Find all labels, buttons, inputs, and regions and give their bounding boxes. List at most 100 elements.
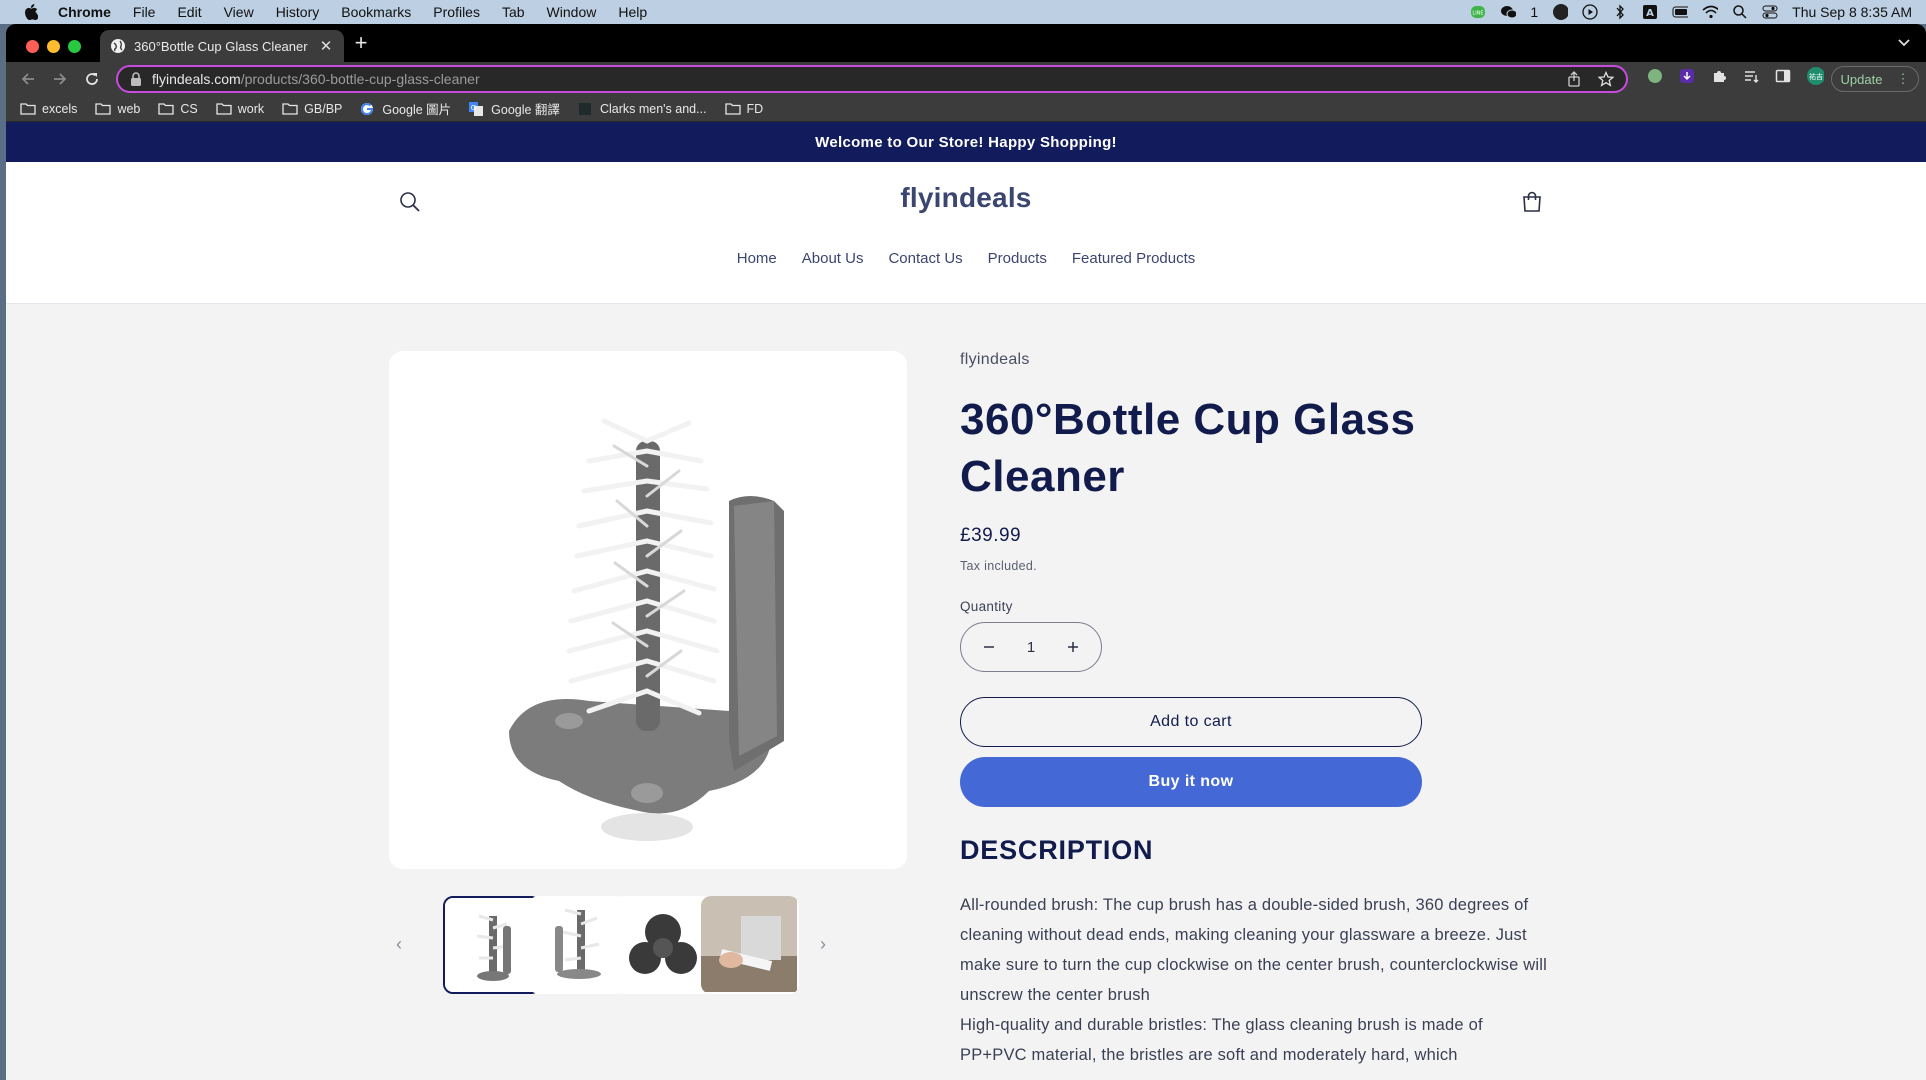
announcement-bar: Welcome to Our Store! Happy Shopping! [6, 122, 1926, 162]
nav-products[interactable]: Products [988, 250, 1047, 267]
menu-history[interactable]: History [276, 4, 320, 20]
thumbnail-2[interactable] [529, 896, 627, 994]
thumbnail-4[interactable] [701, 896, 799, 994]
folder-icon [282, 102, 298, 116]
bluetooth-icon[interactable] [1612, 4, 1628, 20]
extension-green-circle-icon[interactable] [1646, 67, 1664, 85]
update-label: Update [1840, 71, 1883, 87]
bookmark-excels[interactable]: excels [20, 102, 77, 116]
control-center-icon[interactable] [1762, 4, 1778, 20]
description-heading: DESCRIPTION [960, 835, 1154, 865]
bookmark-cs[interactable]: CS [158, 101, 198, 116]
bookmark-label: GB/BP [304, 101, 343, 116]
decrease-quantity-button[interactable] [979, 637, 999, 657]
profile-status-icon[interactable] [1552, 4, 1569, 20]
folder-icon [724, 102, 741, 116]
menu-edit[interactable]: Edit [177, 4, 201, 20]
datetime[interactable]: Thu Sep 8 8:35 AM [1792, 4, 1912, 20]
thumbnail-1[interactable] [443, 896, 541, 994]
spotlight-search-icon[interactable] [1732, 4, 1748, 20]
nav-featured-products[interactable]: Featured Products [1072, 250, 1195, 267]
address-bar[interactable]: flyindeals.com/products/360-bottle-cup-g… [116, 65, 1628, 93]
thumbnail-next-arrow-icon[interactable]: › [815, 934, 831, 954]
google-icon [360, 102, 376, 116]
lock-icon[interactable] [130, 72, 142, 86]
menu-tab[interactable]: Tab [502, 4, 525, 20]
store-logo[interactable]: flyindeals [6, 182, 1926, 214]
thumbnail-3[interactable] [615, 896, 713, 994]
back-arrow-icon[interactable] [18, 69, 38, 89]
reload-icon[interactable] [82, 69, 102, 89]
folder-icon [158, 102, 175, 116]
add-to-cart-button[interactable]: Add to cart [960, 697, 1422, 747]
line-app-icon[interactable]: LINE [1470, 4, 1486, 20]
bookmark-web[interactable]: web [95, 102, 140, 116]
cart-icon[interactable] [1520, 190, 1544, 214]
quantity-input[interactable]: 1 [1027, 639, 1035, 656]
profile-avatar-icon[interactable]: 祐吉 [1806, 67, 1824, 85]
menu-view[interactable]: View [224, 4, 254, 20]
wechat-icon[interactable] [1500, 4, 1517, 20]
active-tab[interactable]: 360°Bottle Cup Glass Cleaner ✕ [100, 30, 344, 62]
reading-list-icon[interactable] [1742, 67, 1760, 85]
bookmark-label: CS [180, 101, 198, 116]
apple-icon[interactable] [24, 4, 40, 20]
bookmark-gb-bp[interactable]: GB/BP [282, 102, 342, 116]
wechat-count: 1 [1530, 4, 1539, 20]
folder-icon [95, 102, 112, 116]
update-button[interactable]: Update ⋮ [1831, 66, 1919, 92]
menu-profiles[interactable]: Profiles [433, 4, 480, 20]
bookmark-label: Google 翻譯 [491, 103, 560, 117]
tab-strip: 360°Bottle Cup Glass Cleaner ✕ + [6, 24, 1926, 62]
url-path: /products/360-bottle-cup-glass-cleaner [240, 71, 480, 87]
increase-quantity-button[interactable] [1063, 637, 1083, 657]
bookmark-star-icon[interactable] [1597, 70, 1615, 87]
share-icon[interactable] [1566, 71, 1582, 87]
close-tab-icon[interactable]: ✕ [318, 37, 334, 55]
bookmark-google-images[interactable]: Google 圖片 [360, 99, 451, 118]
bookmark-label: Clarks men's and... [599, 101, 707, 116]
wifi-icon[interactable] [1702, 4, 1719, 20]
forward-arrow-icon[interactable] [50, 69, 70, 89]
nav-about-us[interactable]: About Us [802, 250, 864, 267]
product-title: 360°Bottle Cup Glass Cleaner [960, 395, 1416, 501]
svg-text:G: G [471, 104, 476, 112]
thumbnail-prev-arrow-icon[interactable]: ‹ [391, 934, 407, 954]
extensions-puzzle-icon[interactable] [1710, 67, 1728, 85]
product-price: £39.99 [960, 525, 1022, 546]
zoom-window-button[interactable] [68, 40, 81, 53]
side-panel-icon[interactable] [1774, 67, 1792, 85]
bookmark-fd[interactable]: FD [724, 102, 763, 116]
menu-bookmarks[interactable]: Bookmarks [341, 4, 411, 20]
minimize-window-button[interactable] [47, 40, 60, 53]
bookmark-google-translate[interactable]: G Google 翻譯 [469, 99, 560, 118]
nav-contact-us[interactable]: Contact Us [888, 250, 962, 267]
bookmark-label: Google 圖片 [382, 103, 452, 117]
product-main-image[interactable] [389, 351, 907, 869]
buy-now-button[interactable]: Buy it now [960, 757, 1422, 807]
bookmark-work[interactable]: work [216, 102, 264, 116]
tab-search-chevron-icon[interactable] [1896, 34, 1912, 50]
battery-icon[interactable] [1672, 4, 1689, 20]
menu-help[interactable]: Help [618, 4, 647, 20]
translate-icon: G [469, 101, 485, 116]
tax-note: Tax included. [960, 559, 1037, 573]
close-window-button[interactable] [26, 40, 39, 53]
quantity-label: Quantity [960, 599, 1013, 614]
tab-title: 360°Bottle Cup Glass Cleaner [134, 38, 308, 54]
product-section: ‹ › flyindeals 360°Bottle Cup Glass Clea… [6, 304, 1926, 1080]
bookmark-clarks[interactable]: Clarks men's and... [578, 102, 707, 116]
menu-window[interactable]: Window [547, 4, 597, 20]
nav-home[interactable]: Home [737, 250, 777, 267]
new-tab-button[interactable]: + [350, 32, 372, 54]
play-icon[interactable] [1582, 4, 1598, 20]
extension-download-icon[interactable] [1678, 67, 1696, 85]
store-header: flyindeals Home About Us Contact Us Prod… [6, 162, 1926, 304]
product-vendor: flyindeals [960, 351, 1030, 368]
menu-file[interactable]: File [133, 4, 156, 20]
more-menu-icon[interactable]: ⋮ [1896, 71, 1909, 87]
menu-app-name[interactable]: Chrome [58, 4, 111, 20]
quantity-stepper: 1 [960, 622, 1102, 672]
bookmarks-bar: excels web CS work GB/BP Google 圖片 G Goog… [6, 96, 1926, 122]
input-source-icon[interactable]: A [1642, 4, 1658, 20]
